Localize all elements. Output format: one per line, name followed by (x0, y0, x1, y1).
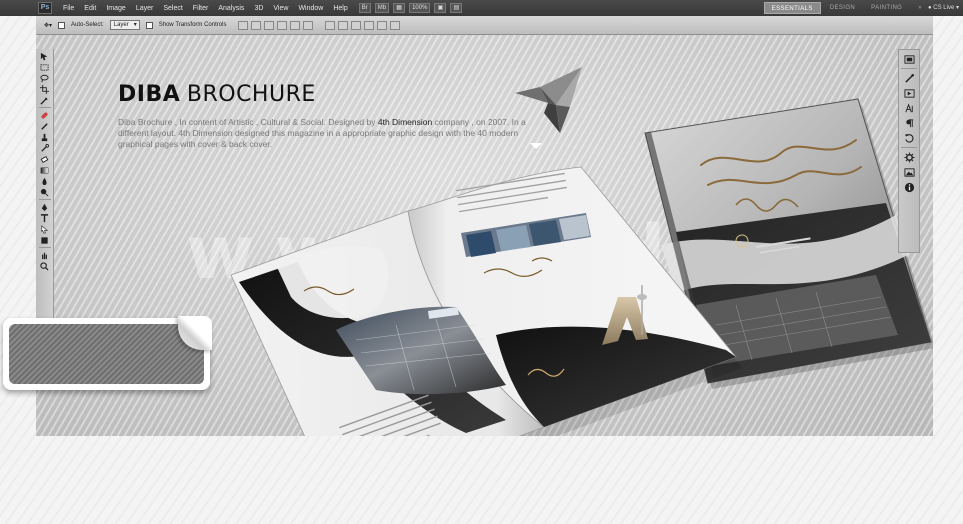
title-rest: BROCHURE (186, 82, 316, 107)
align-buttons (238, 20, 314, 30)
gradient-icon[interactable] (38, 165, 51, 175)
actions-icon[interactable] (903, 87, 915, 99)
workspace-essentials[interactable]: ESSENTIALS (763, 2, 821, 14)
menu-analysis[interactable]: Analysis (213, 5, 249, 12)
auto-select-label: Auto-Select: (71, 22, 104, 28)
menu-window[interactable]: Window (293, 5, 328, 12)
settings-icon[interactable] (903, 151, 915, 163)
auto-select-dropdown[interactable]: Layer (109, 20, 140, 30)
page-title: DIBA BROCHURE (118, 81, 316, 107)
auto-select-checkbox[interactable] (58, 21, 66, 29)
dock-separator (901, 147, 917, 148)
crop-icon[interactable] (38, 84, 51, 94)
hand-icon[interactable] (38, 250, 51, 260)
clone-icon[interactable] (38, 132, 51, 142)
desc-part1: Diba Brochure , In content of Artistic ,… (118, 117, 378, 127)
brush-icon[interactable] (38, 121, 51, 131)
distribute-buttons (325, 20, 401, 30)
workspace-design[interactable]: DESIGN (823, 2, 862, 14)
distribute-top-icon[interactable] (325, 20, 336, 30)
distribute-vcenter-icon[interactable] (338, 20, 349, 30)
align-top-icon[interactable] (238, 20, 249, 30)
layers-icon[interactable] (903, 53, 915, 65)
type-icon[interactable] (38, 213, 51, 223)
blur-icon[interactable] (38, 176, 51, 186)
cs-live-button[interactable]: ● CS Live ▾ (928, 2, 959, 14)
align-hcenter-icon[interactable] (290, 20, 301, 30)
menu-file[interactable]: File (58, 5, 79, 12)
move-tool-preset-icon[interactable]: ✥▾ (44, 22, 52, 29)
align-bottom-icon[interactable] (264, 20, 275, 30)
menu-help[interactable]: Help (328, 5, 352, 12)
description-text: Diba Brochure , In content of Artistic ,… (118, 117, 543, 150)
image-icon[interactable] (903, 166, 915, 178)
eraser-icon[interactable] (38, 154, 51, 164)
dock-separator (901, 68, 917, 69)
info-icon[interactable] (903, 181, 915, 193)
tool-separator (38, 199, 51, 200)
tool-separator (38, 247, 51, 248)
align-left-icon[interactable] (277, 20, 288, 30)
title-bold: DIBA (118, 82, 181, 107)
shape-icon[interactable] (38, 235, 51, 245)
distribute-left-icon[interactable] (364, 20, 375, 30)
lasso-icon[interactable] (38, 73, 51, 83)
move-icon[interactable] (38, 51, 51, 61)
brushes-icon[interactable] (903, 72, 915, 84)
distribute-right-icon[interactable] (390, 20, 401, 30)
history-icon[interactable] (903, 132, 915, 144)
arrange-documents-button[interactable]: ▦ (393, 3, 406, 13)
sticker-pattern (9, 324, 204, 384)
tools-panel (36, 49, 54, 359)
photoshop-logo: Ps (38, 2, 52, 14)
origami-bird-icon (515, 67, 582, 133)
align-vcenter-icon[interactable] (251, 20, 262, 30)
minibridge-button[interactable]: Mb (374, 3, 390, 13)
history-brush-icon[interactable] (38, 143, 51, 153)
menu-3d[interactable]: 3D (249, 5, 268, 12)
workspace-more-button[interactable]: » (911, 2, 929, 14)
sticker-panel (3, 316, 212, 390)
transform-controls-checkbox[interactable] (145, 21, 153, 29)
workspace-switcher: ESSENTIALS DESIGN PAINTING » (763, 2, 929, 14)
character-icon[interactable] (903, 102, 915, 114)
menu-filter[interactable]: Filter (188, 5, 214, 12)
menu-layer[interactable]: Layer (131, 5, 159, 12)
healing-icon[interactable] (38, 110, 51, 120)
zoom-level-select[interactable]: 100% (409, 3, 431, 13)
zoom-icon[interactable] (38, 261, 51, 271)
menu-bar: Ps File Edit Image Layer Select Filter A… (0, 0, 963, 16)
align-right-icon[interactable] (303, 20, 314, 30)
eyedropper-icon[interactable] (38, 95, 51, 105)
pointer-triangle-icon (530, 143, 542, 149)
screen-mode-button[interactable]: ▣ (434, 3, 447, 13)
desc-highlight: 4th Dimension (377, 117, 433, 127)
distribute-bottom-icon[interactable] (351, 20, 362, 30)
tool-separator (38, 107, 51, 108)
menu-view[interactable]: View (268, 5, 293, 12)
path-select-icon[interactable] (38, 224, 51, 234)
paragraph-icon[interactable] (903, 117, 915, 129)
dodge-icon[interactable] (38, 187, 51, 197)
transform-controls-label: Show Transform Controls (158, 22, 227, 28)
menu-image[interactable]: Image (101, 5, 130, 12)
pen-icon[interactable] (38, 202, 51, 212)
workspace-painting[interactable]: PAINTING (864, 2, 909, 14)
cs-live-label: CS Live (933, 5, 955, 11)
options-bar: ✥▾ Auto-Select: Layer Show Transform Con… (36, 16, 933, 35)
menu-select[interactable]: Select (158, 5, 187, 12)
app-bar-controls: Br Mb ▦ 100% ▣ ▤ (358, 3, 463, 13)
bridge-button[interactable]: Br (358, 3, 371, 13)
panel-dock (898, 49, 920, 253)
marquee-icon[interactable] (38, 62, 51, 72)
extras-button[interactable]: ▤ (450, 3, 463, 13)
distribute-hcenter-icon[interactable] (377, 20, 388, 30)
menu-edit[interactable]: Edit (79, 5, 101, 12)
